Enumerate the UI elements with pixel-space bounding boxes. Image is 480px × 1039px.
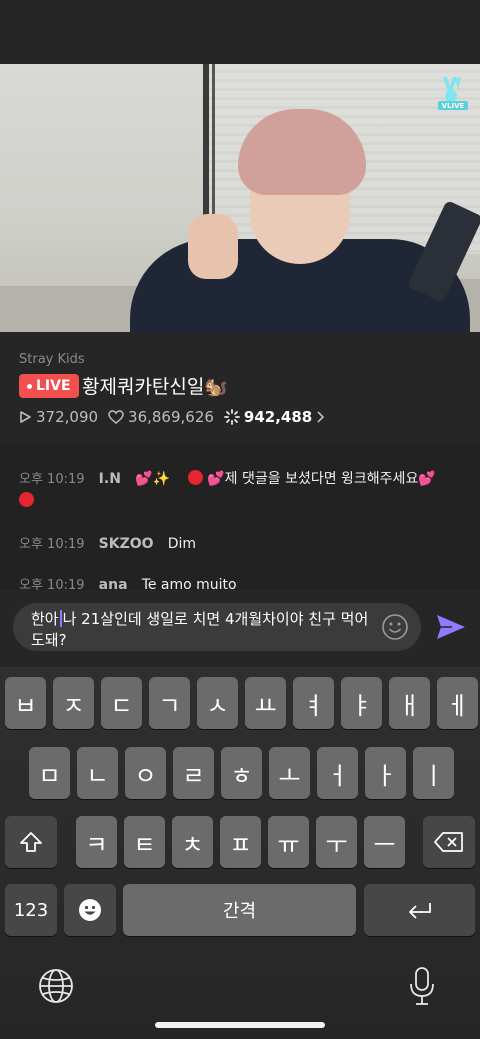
return-icon [408, 903, 431, 919]
home-indicator [155, 1022, 325, 1028]
letter-key[interactable]: ㅔ [437, 677, 478, 729]
letter-key[interactable]: ㅍ [220, 816, 261, 868]
likes-stat: 36,869,626 [108, 408, 214, 426]
letter-key[interactable]: ㅌ [124, 816, 165, 868]
red-circle-icon [19, 492, 34, 507]
letter-key[interactable]: ㅗ [269, 747, 310, 799]
letter-key[interactable]: ㅡ [364, 816, 405, 868]
chat-message-continuation [19, 492, 34, 509]
vlive-logo: VLIVE [437, 74, 469, 110]
letter-key[interactable]: ㅇ [125, 747, 166, 799]
chat-message: 오후 10:19 ana Te amo muito [19, 574, 237, 590]
play-icon [20, 411, 31, 423]
input-text-before: 한아 [31, 610, 59, 628]
likes-count: 36,869,626 [128, 408, 214, 426]
smiley-icon [382, 614, 408, 640]
letter-key[interactable]: ㄷ [101, 677, 142, 729]
chat-text: 💕✨ [135, 471, 170, 487]
emoji-button[interactable] [381, 613, 409, 645]
send-button[interactable] [436, 613, 466, 645]
dictation-button[interactable] [408, 966, 436, 1010]
chat-text: Te amo muito [141, 577, 237, 590]
letter-key[interactable]: ㅣ [413, 747, 454, 799]
chat-time: 오후 10:19 [19, 578, 85, 590]
letter-key[interactable]: ㅏ [365, 747, 406, 799]
letter-key[interactable]: ㅁ [29, 747, 70, 799]
chat-list[interactable]: 오후 10:19 I.N 💕✨ 💕제 댓글을 보셨다면 윙크해주세요💕 오후 1… [0, 444, 480, 590]
stream-info: Stray Kids LIVE 황제쿼카탄신일🐿️ 372,090 36,869… [0, 332, 480, 444]
letter-key[interactable]: ㅠ [268, 816, 309, 868]
microphone-icon [410, 967, 434, 1005]
heart-icon [108, 410, 124, 424]
backspace-key[interactable] [423, 816, 475, 868]
red-circle-icon [188, 470, 204, 485]
sparkle-icon [224, 409, 240, 425]
channel-name[interactable]: Stray Kids [19, 352, 85, 367]
space-key[interactable]: 간격 [123, 884, 356, 936]
status-bar [0, 0, 480, 64]
live-dot-icon [27, 383, 32, 389]
return-key[interactable] [364, 884, 475, 936]
stream-title: 황제쿼카탄신일🐿️ [82, 376, 229, 398]
live-video[interactable]: VLIVE [0, 64, 480, 332]
live-label: LIVE [36, 378, 71, 394]
letter-key[interactable]: ㅛ [245, 677, 286, 729]
backspace-icon [434, 832, 463, 852]
korean-keyboard: ㅂㅈㄷㄱㅅㅛㅕㅑㅐㅔ ㅁㄴㅇㄹㅎㅗㅓㅏㅣ ㅋㅌㅊㅍㅠㅜㅡ 123 간격 [0, 667, 480, 1039]
svg-text:VLIVE: VLIVE [442, 102, 465, 110]
letter-key[interactable]: ㅜ [316, 816, 357, 868]
chat-author[interactable]: SKZOO [99, 536, 154, 552]
text-caret [59, 610, 62, 627]
letter-key[interactable]: ㄴ [77, 747, 118, 799]
sparkle-stat: 942,488 [224, 408, 325, 426]
chat-text: Dim [167, 536, 197, 552]
chat-message: 오후 10:19 SKZOO Dim [19, 533, 196, 552]
letter-key[interactable]: ㅓ [317, 747, 358, 799]
globe-button[interactable] [38, 968, 74, 1008]
globe-icon [39, 969, 73, 1003]
letter-key[interactable]: ㄱ [149, 677, 190, 729]
views-stat: 372,090 [18, 408, 98, 426]
stream-stats[interactable]: 372,090 36,869,626 942,488 [18, 408, 334, 426]
chat-message: 오후 10:19 I.N 💕✨ 💕제 댓글을 보셨다면 윙크해주세요💕 [19, 468, 436, 488]
live-badge: LIVE [19, 374, 79, 398]
chat-input-text[interactable]: 한아 나 21살인데 생일로 치면 4개월차이야 친구 먹어도돼? [31, 609, 381, 651]
letter-key[interactable]: ㅂ [5, 677, 46, 729]
letter-key[interactable]: ㅎ [221, 747, 262, 799]
letter-key[interactable]: ㅅ [197, 677, 238, 729]
person-hand [188, 214, 238, 279]
chevron-right-icon [317, 411, 325, 423]
letter-key[interactable]: ㄹ [173, 747, 214, 799]
letter-key[interactable]: ㅈ [53, 677, 94, 729]
views-count: 372,090 [36, 408, 99, 426]
letter-key[interactable]: ㅕ [293, 677, 334, 729]
send-icon [437, 615, 465, 639]
chat-text: 💕제 댓글을 보셨다면 윙크해주세요💕 [207, 471, 436, 487]
chat-time: 오후 10:19 [19, 472, 85, 487]
emoji-key[interactable] [64, 884, 116, 936]
ledge [0, 274, 160, 286]
numbers-key[interactable]: 123 [5, 884, 57, 936]
letter-key[interactable]: ㅋ [76, 816, 117, 868]
letter-key[interactable]: ㅑ [341, 677, 382, 729]
chat-time: 오후 10:19 [19, 537, 85, 552]
input-text-after: 나 21살인데 생일로 치면 4개월차이야 친구 먹어도돼? [31, 610, 369, 649]
chat-author[interactable]: ana [99, 577, 128, 590]
letter-key[interactable]: ㅊ [172, 816, 213, 868]
shift-icon [20, 832, 42, 852]
letter-key[interactable]: ㅐ [389, 677, 430, 729]
shift-key[interactable] [5, 816, 57, 868]
emoji-face-icon [79, 899, 101, 921]
chat-author[interactable]: I.N [99, 471, 121, 487]
sparkle-count: 942,488 [243, 408, 313, 426]
chat-input[interactable]: 한아 나 21살인데 생일로 치면 4개월차이야 친구 먹어도돼? [13, 603, 421, 651]
